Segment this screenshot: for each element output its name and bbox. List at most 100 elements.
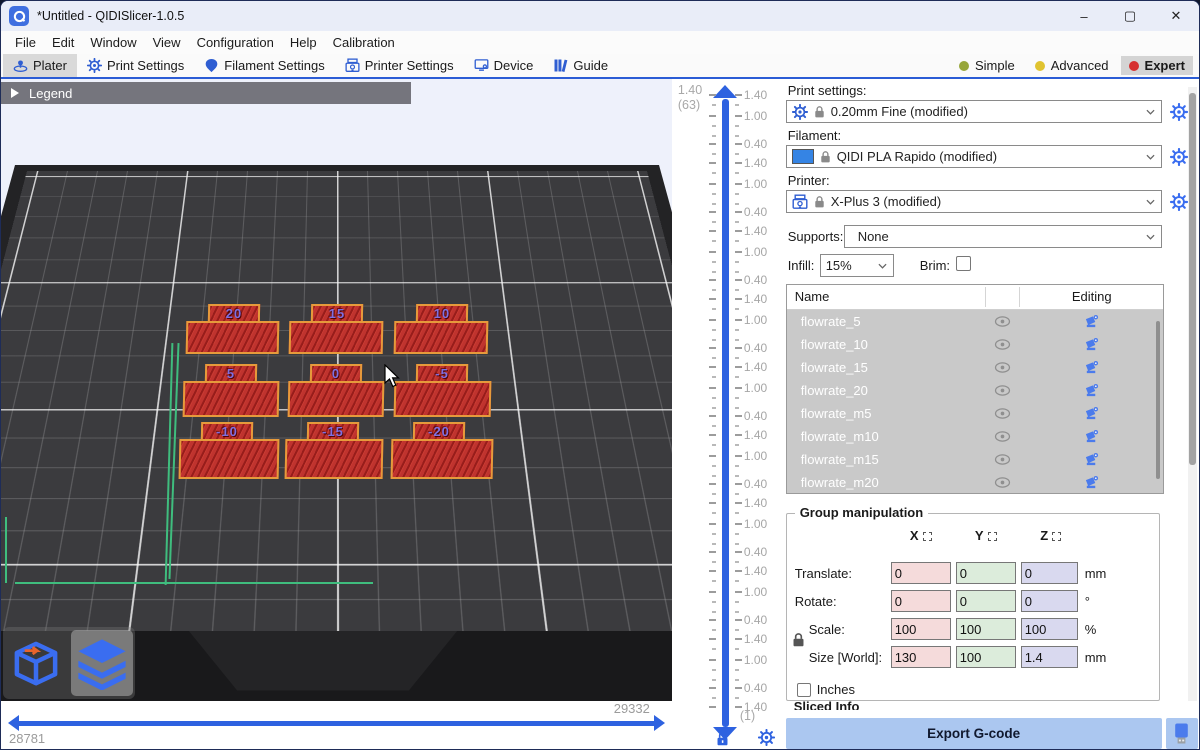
maximize-button[interactable]: ▢ xyxy=(1107,1,1153,31)
mode-expert[interactable]: Expert xyxy=(1121,56,1193,75)
edit-settings-icon[interactable] xyxy=(1084,337,1099,352)
layer-tick xyxy=(735,591,742,593)
rotate-y-input[interactable] xyxy=(956,590,1016,612)
eye-icon[interactable] xyxy=(994,316,1011,327)
translate-x-input[interactable] xyxy=(891,562,951,584)
scale-y-input[interactable] xyxy=(956,618,1016,640)
3d-viewport[interactable]: 20151050-5-10-15-20 Legend 29332 28781 xyxy=(1,79,672,750)
inches-checkbox[interactable] xyxy=(797,683,811,697)
edit-settings-icon[interactable] xyxy=(1084,452,1099,467)
list-item[interactable]: flowrate_20 xyxy=(787,379,1163,402)
list-item[interactable]: flowrate_m15 xyxy=(787,448,1163,471)
tab-device[interactable]: Device xyxy=(464,54,544,77)
calibration-tile[interactable] xyxy=(394,381,492,417)
export-gcode-button[interactable]: Export G-code xyxy=(786,718,1162,749)
export-to-usb-button[interactable] xyxy=(1166,718,1198,749)
calibration-tile[interactable] xyxy=(183,381,280,417)
brim-label: Brim: xyxy=(920,258,950,273)
edit-settings-icon[interactable] xyxy=(1084,475,1099,490)
edit-settings-icon[interactable] xyxy=(1084,406,1099,421)
translate-z-input[interactable] xyxy=(1021,562,1078,584)
layer-tick xyxy=(712,221,716,223)
tab-filament-settings[interactable]: Filament Settings xyxy=(194,54,334,77)
tab-plater[interactable]: Plater xyxy=(3,54,77,77)
menu-help[interactable]: Help xyxy=(282,33,325,52)
minimize-button[interactable]: – xyxy=(1061,1,1107,31)
scale-x-input[interactable] xyxy=(891,618,951,640)
calibration-tile[interactable] xyxy=(288,381,385,417)
eye-icon[interactable] xyxy=(994,362,1011,373)
translate-y-input[interactable] xyxy=(956,562,1016,584)
sidebar-scrollbar[interactable] xyxy=(1188,87,1197,701)
calibration-tile[interactable] xyxy=(285,439,384,479)
edit-settings-icon[interactable] xyxy=(1084,360,1099,375)
rotate-z-input[interactable] xyxy=(1021,590,1078,612)
close-button[interactable]: ✕ xyxy=(1153,1,1199,31)
edit-settings-icon[interactable] xyxy=(1084,314,1099,329)
list-item[interactable]: flowrate_m5 xyxy=(787,402,1163,425)
calibration-tile[interactable] xyxy=(289,321,384,354)
slider-settings-gear-icon[interactable] xyxy=(758,729,775,746)
print-settings-gear-icon[interactable] xyxy=(1170,103,1188,121)
uniform-scale-lock-icon[interactable] xyxy=(792,632,805,648)
print-preset-combo[interactable]: 0.20mm Fine (modified) xyxy=(786,100,1162,123)
eye-icon[interactable] xyxy=(994,385,1011,396)
list-item[interactable]: flowrate_m20 xyxy=(787,471,1163,494)
list-item[interactable]: flowrate_10 xyxy=(787,333,1163,356)
eye-icon[interactable] xyxy=(994,408,1011,419)
printer-settings-gear-icon[interactable] xyxy=(1170,193,1188,211)
scale-z-input[interactable] xyxy=(1021,618,1078,640)
world-coords-icon[interactable] xyxy=(1052,532,1061,541)
filament-settings-gear-icon[interactable] xyxy=(1170,148,1188,166)
edit-settings-icon[interactable] xyxy=(1084,429,1099,444)
calibration-tile[interactable] xyxy=(394,321,489,354)
layer-tick xyxy=(709,619,716,621)
printer-preset-combo[interactable]: X-Plus 3 (modified) xyxy=(786,190,1162,213)
layer-slider-upper-thumb[interactable] xyxy=(713,85,737,98)
infill-select[interactable]: 15% xyxy=(820,254,894,277)
supports-select[interactable]: None xyxy=(844,225,1162,248)
calibration-tile[interactable] xyxy=(179,439,280,479)
brim-checkbox[interactable] xyxy=(956,256,971,271)
mode-advanced[interactable]: Advanced xyxy=(1027,56,1117,75)
menu-edit[interactable]: Edit xyxy=(44,33,82,52)
menu-window[interactable]: Window xyxy=(82,33,144,52)
tab-printer-settings[interactable]: Printer Settings xyxy=(335,54,464,77)
layer-tick xyxy=(735,679,739,681)
size-z-input[interactable] xyxy=(1021,646,1078,668)
list-item[interactable]: flowrate_5 xyxy=(787,310,1163,333)
rotate-x-input[interactable] xyxy=(891,590,951,612)
eye-icon[interactable] xyxy=(994,339,1011,350)
sidebar-scrollbar-thumb[interactable] xyxy=(1189,93,1196,465)
world-coords-icon[interactable] xyxy=(923,532,932,541)
legend-label: Legend xyxy=(29,86,72,101)
eye-icon[interactable] xyxy=(994,431,1011,442)
layer-height-label: 1.40 xyxy=(744,632,767,646)
tab-print-settings[interactable]: Print Settings xyxy=(77,54,194,77)
world-coords-icon[interactable] xyxy=(988,532,997,541)
eye-icon[interactable] xyxy=(994,477,1011,488)
size-x-input[interactable] xyxy=(891,646,951,668)
calibration-tile[interactable] xyxy=(391,439,494,479)
mode-simple[interactable]: Simple xyxy=(951,56,1023,75)
layer-tick xyxy=(712,444,716,446)
edit-settings-icon[interactable] xyxy=(1084,383,1099,398)
calibration-tile[interactable] xyxy=(186,321,280,354)
layer-slider-bar[interactable] xyxy=(722,99,729,727)
menu-view[interactable]: View xyxy=(145,33,189,52)
preview-view-button[interactable] xyxy=(71,630,133,696)
menu-file[interactable]: File xyxy=(7,33,44,52)
menu-calibration[interactable]: Calibration xyxy=(325,33,403,52)
tab-guide[interactable]: Guide xyxy=(543,54,618,77)
moves-slider[interactable] xyxy=(19,721,654,726)
object-list-scrollbar[interactable] xyxy=(1156,321,1160,479)
eye-icon[interactable] xyxy=(994,454,1011,465)
legend-collapsed-bar[interactable]: Legend xyxy=(1,82,411,104)
filament-preset-combo[interactable]: QIDI PLA Rapido (modified) xyxy=(786,145,1162,168)
list-item[interactable]: flowrate_15 xyxy=(787,356,1163,379)
list-item[interactable]: flowrate_m10 xyxy=(787,425,1163,448)
lock-open-icon[interactable] xyxy=(716,731,729,747)
editor-view-button[interactable] xyxy=(5,630,67,696)
menu-configuration[interactable]: Configuration xyxy=(189,33,282,52)
size-y-input[interactable] xyxy=(956,646,1016,668)
